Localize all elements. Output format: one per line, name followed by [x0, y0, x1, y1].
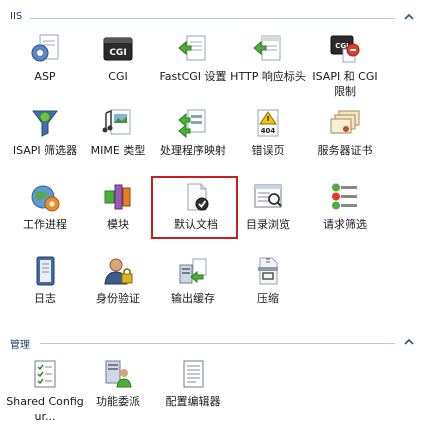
section-title-management: 管理 [10, 340, 30, 351]
request-filtering-icon [332, 183, 357, 210]
feature-label: 错误页 [251, 144, 285, 157]
feature-label: 模块 [107, 218, 129, 231]
handler-mappings-icon [178, 109, 206, 139]
feature-logging[interactable]: 日志 [6, 255, 84, 306]
svg-text:CGI: CGI [109, 48, 126, 58]
directory-browsing-icon [254, 184, 282, 208]
feature-modules[interactable]: 模块 [79, 181, 157, 232]
feature-directory-browsing[interactable]: 目录浏览 [229, 181, 307, 232]
section-title-iis: IIS [10, 11, 23, 22]
feature-cgi[interactable]: CGI CGI [79, 33, 157, 84]
feature-shared-configuration[interactable]: Shared Configur... [6, 358, 84, 424]
feature-server-certificates[interactable]: 服务器证书 [306, 107, 384, 158]
feature-label: MIME 类型 [90, 144, 146, 157]
section-header-management[interactable]: 管理 [0, 336, 423, 351]
feature-label: 输出缓存 [171, 292, 215, 305]
feature-label: 服务器证书 [317, 144, 373, 157]
section-header-iis[interactable]: IIS [0, 11, 423, 25]
feature-label: CGI [108, 70, 128, 83]
feature-label: 请求筛选 [323, 218, 367, 231]
feature-label: HTTP 响应标头 [230, 70, 306, 83]
shared-configuration-icon [34, 360, 56, 388]
feature-error-pages[interactable]: 404 错误页 [229, 107, 307, 158]
feature-label: 身份验证 [96, 292, 140, 305]
feature-fastcgi-settings[interactable]: FastCGI 设置 [154, 33, 232, 84]
worker-processes-icon [31, 185, 60, 212]
feature-label: 目录浏览 [246, 218, 290, 231]
error-pages-icon: 404 [257, 109, 279, 137]
section-divider [40, 343, 395, 344]
feature-label: Shared Configur... [6, 395, 84, 423]
feature-authentication[interactable]: 身份验证 [79, 255, 157, 306]
feature-delegation-icon [105, 360, 132, 388]
feature-label: ISAPI 和 CGI 限制 [312, 70, 378, 98]
feature-label: 配置编辑器 [165, 395, 221, 408]
feature-label: 功能委派 [96, 395, 140, 408]
cgi-icon: CGI [103, 37, 133, 61]
feature-label: 压缩 [257, 292, 279, 305]
feature-label: 日志 [34, 292, 56, 305]
feature-label: FastCGI 设置 [159, 70, 227, 83]
isapi-filters-icon [32, 110, 58, 137]
chevron-up-icon[interactable] [403, 11, 415, 23]
authentication-icon [104, 258, 133, 285]
feature-handler-mappings[interactable]: 处理程序映射 [154, 107, 232, 158]
fastcgi-settings-icon [178, 35, 206, 61]
mime-types-icon [102, 109, 131, 135]
feature-feature-delegation[interactable]: 功能委派 [79, 358, 157, 409]
section-divider [30, 18, 395, 19]
feature-isapi-cgi-restrictions[interactable]: CGI ISAPI 和 CGI 限制 [306, 33, 384, 99]
asp-icon [31, 34, 59, 62]
feature-compression[interactable]: 压缩 [229, 255, 307, 306]
feature-label: ISAPI 筛选器 [12, 144, 78, 157]
server-certificates-icon [330, 110, 360, 134]
svg-text:404: 404 [261, 127, 276, 135]
feature-label: 工作进程 [23, 218, 67, 231]
feature-label: ASP [34, 70, 56, 83]
feature-http-response-headers[interactable]: HTTP 响应标头 [229, 33, 307, 84]
logging-icon [36, 256, 55, 286]
selection-highlight [151, 176, 238, 239]
output-caching-icon [179, 258, 207, 284]
configuration-editor-icon [183, 360, 204, 388]
feature-worker-processes[interactable]: 工作进程 [6, 181, 84, 232]
feature-mime-types[interactable]: MIME 类型 [79, 107, 157, 158]
feature-request-filtering[interactable]: 请求筛选 [306, 181, 384, 232]
chevron-up-icon[interactable] [403, 336, 415, 348]
isapi-cgi-restrictions-icon: CGI [330, 35, 360, 63]
http-response-headers-icon [253, 35, 281, 61]
feature-configuration-editor[interactable]: 配置编辑器 [154, 358, 232, 409]
compression-icon [258, 257, 278, 285]
feature-output-caching[interactable]: 输出缓存 [154, 255, 232, 306]
feature-label: 处理程序映射 [160, 144, 226, 157]
modules-icon [104, 184, 131, 210]
feature-isapi-filters[interactable]: ISAPI 筛选器 [6, 107, 84, 158]
feature-asp[interactable]: ASP [6, 33, 84, 84]
